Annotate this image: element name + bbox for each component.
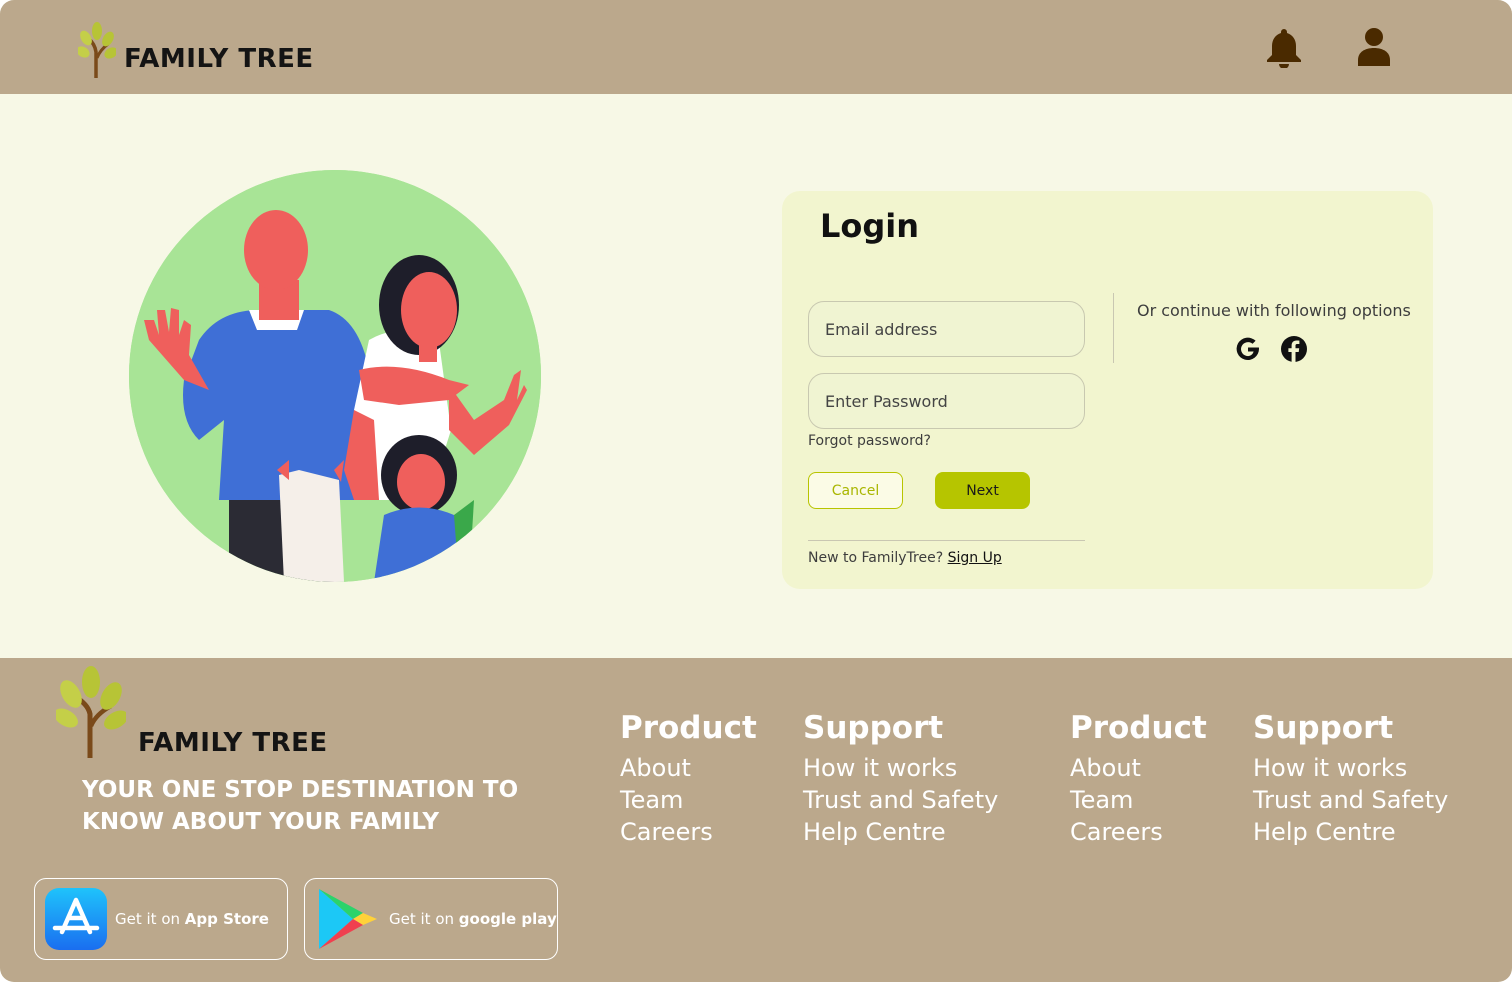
footer-link-about[interactable]: About <box>1070 752 1207 784</box>
footer-tagline: YOUR ONE STOP DESTINATION TO KNOW ABOUT … <box>82 777 519 835</box>
brand-logo[interactable]: FAMILY TREE <box>78 22 314 78</box>
footer-link-how-it-works[interactable]: How it works <box>803 752 998 784</box>
app-store-button[interactable]: Get it on App Store <box>34 878 288 960</box>
signup-prompt: New to FamilyTree? Sign Up <box>808 550 1002 566</box>
app-store-icon <box>45 888 107 950</box>
google-play-button[interactable]: Get it on google play <box>304 878 558 960</box>
login-card: Login Forgot password? Cancel Next New t… <box>782 191 1433 589</box>
footer-link-team[interactable]: Team <box>1070 784 1207 816</box>
bell-icon[interactable] <box>1264 26 1304 68</box>
top-header: FAMILY TREE <box>0 0 1512 94</box>
footer-column-heading: Product <box>1070 710 1207 746</box>
store-name: App Store <box>184 910 269 928</box>
login-title: Login <box>820 207 920 245</box>
cancel-button[interactable]: Cancel <box>808 472 903 509</box>
signup-prompt-text: New to FamilyTree? <box>808 550 944 566</box>
footer-link-how-it-works[interactable]: How it works <box>1253 752 1448 784</box>
divider <box>808 540 1085 541</box>
footer-column-heading: Support <box>803 710 944 746</box>
email-field[interactable] <box>808 301 1085 357</box>
signup-link[interactable]: Sign Up <box>948 550 1002 566</box>
continue-options-text: Or continue with following options <box>1137 301 1411 320</box>
footer-column-heading: Support <box>1253 710 1394 746</box>
store-prefix: Get it on <box>389 910 455 928</box>
next-button[interactable]: Next <box>935 472 1030 509</box>
footer-link-help-centre[interactable]: Help Centre <box>1253 816 1448 848</box>
footer-column-support: Support How it works Trust and Safety He… <box>1253 710 1448 848</box>
app-store-label: Get it on App Store <box>115 910 269 928</box>
facebook-icon[interactable] <box>1280 335 1308 363</box>
footer-link-help-centre[interactable]: Help Centre <box>803 816 998 848</box>
footer-column-product: Product About Team Careers <box>1070 710 1207 848</box>
footer-brand-name: FAMILY TREE <box>138 728 328 758</box>
page: FAMILY TREE Login Email address Forgot p… <box>0 0 1512 982</box>
footer-link-about[interactable]: About <box>620 752 757 784</box>
tree-logo-icon <box>78 22 116 78</box>
footer: FAMILY TREE YOUR ONE STOP DESTINATION TO… <box>0 658 1512 982</box>
store-name: google play <box>458 910 557 928</box>
forgot-password-link[interactable]: Forgot password? <box>808 433 931 449</box>
footer-column-heading: Product <box>620 710 757 746</box>
family-image <box>129 170 541 582</box>
user-icon[interactable] <box>1354 26 1394 68</box>
google-icon[interactable] <box>1234 335 1262 363</box>
google-play-label: Get it on google play <box>389 910 557 928</box>
store-prefix: Get it on <box>115 910 181 928</box>
vertical-divider <box>1113 293 1114 363</box>
family-illustration <box>129 170 541 582</box>
brand-name: FAMILY TREE <box>124 44 314 74</box>
footer-link-team[interactable]: Team <box>620 784 757 816</box>
password-field[interactable] <box>808 373 1085 429</box>
footer-link-trust-safety[interactable]: Trust and Safety <box>1253 784 1448 816</box>
footer-link-careers[interactable]: Careers <box>620 816 757 848</box>
tree-logo-icon <box>56 666 126 758</box>
footer-link-careers[interactable]: Careers <box>1070 816 1207 848</box>
footer-column-product: Product About Team Careers <box>620 710 757 848</box>
footer-link-trust-safety[interactable]: Trust and Safety <box>803 784 998 816</box>
google-play-icon <box>319 889 377 949</box>
footer-column-support: Support How it works Trust and Safety He… <box>803 710 998 848</box>
